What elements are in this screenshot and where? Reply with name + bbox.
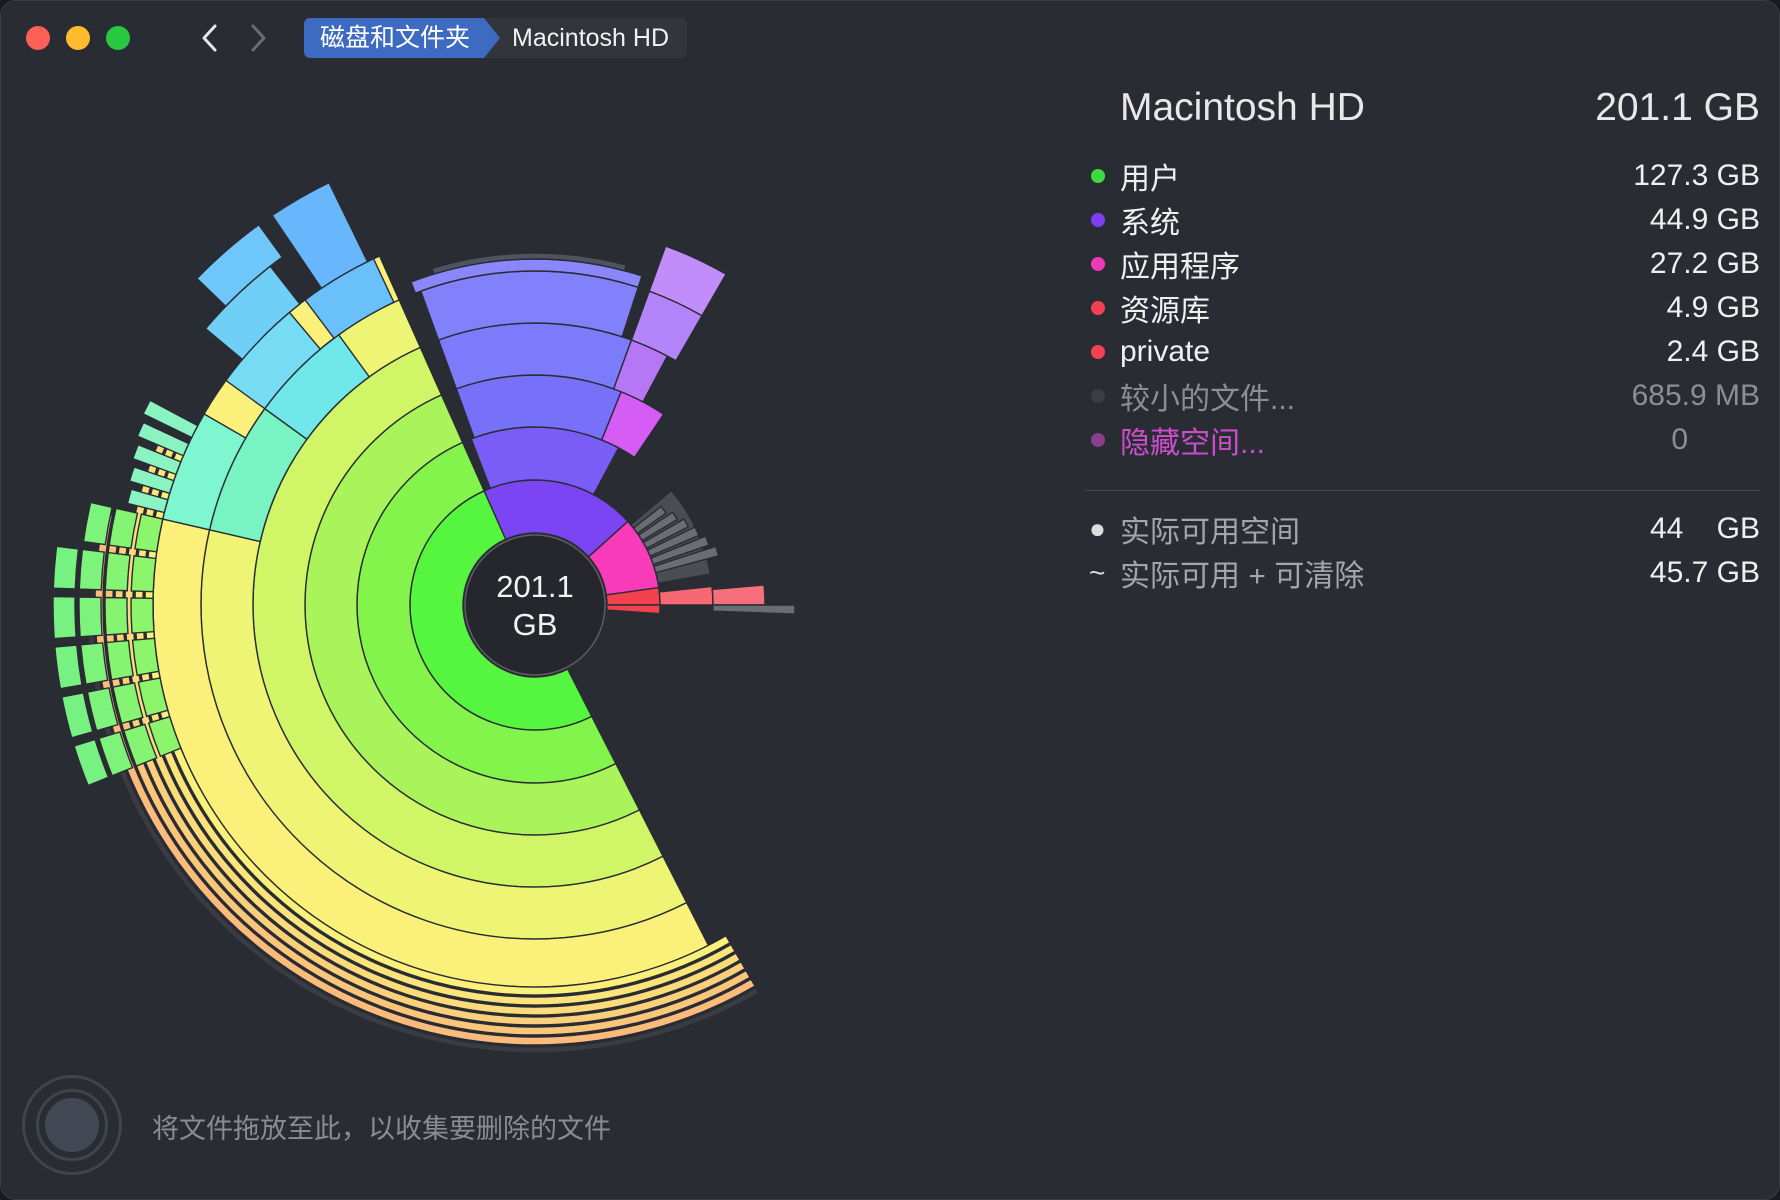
legend-value: 685.9 MB [1631,379,1760,412]
volume-total-size: 201.1 GB [1595,86,1760,129]
users-folder-segment[interactable] [105,639,135,681]
free-space-label: 实际可用空间 [1120,516,1300,549]
dot-icon [1091,389,1105,403]
users-folder-segment[interactable] [78,548,106,591]
minimize-window-button[interactable] [66,26,90,50]
legend-item-applications[interactable]: 应用程序 27.2 GB [1085,242,1760,286]
center-total-value: 201.1 [496,569,574,604]
free-space-value: 44 GB [1649,512,1760,545]
drop-zone[interactable]: 将文件拖放至此，以收集要删除的文件 [22,1075,722,1175]
legend-item-hidden-space[interactable]: 隐藏空间... 0 [1085,418,1760,462]
back-button[interactable] [190,18,230,58]
users-folder-segment[interactable] [104,551,131,592]
users-folder-segment[interactable] [131,637,160,676]
drop-zone-hint: 将文件拖放至此，以收集要删除的文件 [152,1114,611,1144]
legend-label: 隐藏空间... [1120,427,1266,460]
dot-icon [1091,169,1105,183]
legend-item-private[interactable]: private 2.4 GB [1085,330,1760,374]
users-folder-segment[interactable] [130,554,157,593]
breadcrumb-item-macintosh-hd[interactable]: Macintosh HD [486,18,688,58]
legend-item-library[interactable]: 资源库 4.9 GB [1085,286,1760,330]
chevron-left-icon [202,24,217,52]
dot-icon [1091,433,1105,447]
legend-item-system[interactable]: 系统 44.9 GB [1085,198,1760,242]
private-ring-segment[interactable] [606,604,661,615]
legend-item-smaller-files[interactable]: 较小的文件... 685.9 MB [1085,374,1760,418]
free-purgeable-label: 实际可用 + 可清除 [1120,560,1365,593]
users-folder-segment[interactable] [61,691,94,739]
dot-icon [1091,257,1105,271]
close-window-button[interactable] [26,26,50,50]
zoom-window-button[interactable] [106,26,130,50]
free-space-row: ● 实际可用空间 44 GB [1085,507,1760,551]
breadcrumb: 磁盘和文件夹 Macintosh HD [304,18,688,58]
legend-value: 0 [1671,423,1688,456]
legend-value: 4.9 GB [1666,291,1760,324]
library-fragment[interactable] [712,604,796,615]
library-child-segment[interactable] [711,584,766,606]
legend-label: 用户 [1120,163,1180,196]
legend-value: 2.4 GB [1666,335,1760,368]
bullet-icon: ● [1089,513,1106,544]
free-purgeable-value: 45.7 GB [1649,556,1760,589]
users-folder-segment[interactable] [52,595,77,640]
forward-button[interactable] [238,18,278,58]
legend-value: 127.3 GB [1633,159,1760,192]
volume-name: Macintosh HD [1120,86,1365,129]
legend-label: private [1120,335,1211,368]
free-purgeable-row: ~ 实际可用 + 可清除 45.7 GB [1085,551,1760,595]
chevron-right-icon [251,24,266,52]
legend-label: 较小的文件... [1120,383,1296,416]
legend-value: 27.2 GB [1649,247,1760,280]
users-folder-segment[interactable] [79,642,109,685]
app-window: 磁盘和文件夹 Macintosh HD 201.1 GB Macintosh H… [0,0,1780,1200]
users-folder-segment[interactable] [52,545,80,590]
collector-core [45,1098,99,1152]
dot-icon [1091,301,1105,315]
collector-icon[interactable] [22,1075,122,1175]
legend-item-users[interactable]: 用户 127.3 GB [1085,154,1760,198]
info-panel: Macintosh HD 201.1 GB 用户 127.3 GB 系统 44.… [1085,86,1760,595]
info-header: Macintosh HD 201.1 GB [1085,86,1760,148]
breadcrumb-item-disks[interactable]: 磁盘和文件夹 [304,18,500,58]
users-folder-segment[interactable] [54,644,83,690]
category-legend: 用户 127.3 GB 系统 44.9 GB 应用程序 27.2 GB 资源库 … [1085,154,1760,462]
sunburst-center-total[interactable]: 201.1 GB [473,568,597,644]
users-folder-segment[interactable] [78,596,103,638]
library-child-segment[interactable] [658,585,714,606]
legend-label: 资源库 [1120,295,1210,328]
legend-value: 44.9 GB [1649,203,1760,236]
legend-label: 系统 [1120,207,1180,240]
users-folder-segment[interactable] [104,596,129,636]
tilde-icon: ~ [1089,557,1106,588]
legend-label: 应用程序 [1120,251,1240,284]
users-folder-segment[interactable] [86,686,119,732]
titlebar: 磁盘和文件夹 Macintosh HD [0,0,1780,80]
dot-icon [1091,213,1105,227]
dot-icon [1091,345,1105,359]
center-total-unit: GB [512,607,558,642]
divider [1085,490,1760,491]
users-folder-segment[interactable] [130,597,155,634]
